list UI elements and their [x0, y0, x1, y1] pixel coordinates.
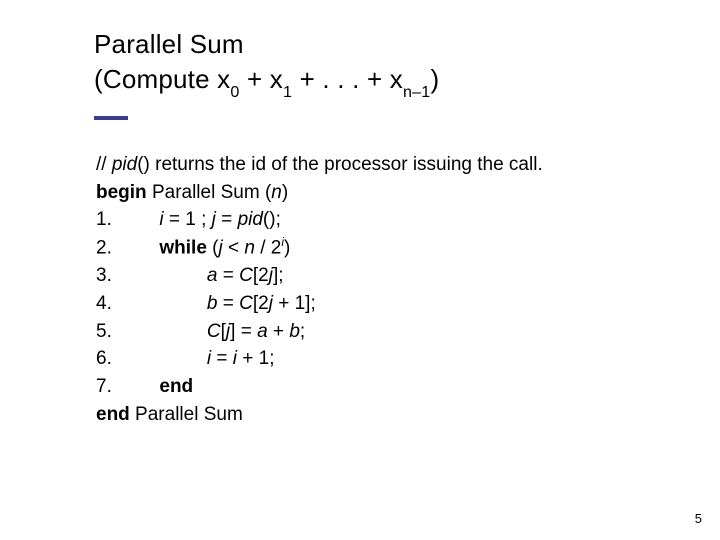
code-text: ): [284, 238, 290, 259]
title-text: + . . . + x: [292, 64, 403, 94]
subscript-n: n–1: [403, 83, 430, 101]
slide-title: Parallel Sum (Compute x0 + x1 + . . . + …: [94, 27, 439, 101]
line-number: 4.: [96, 293, 112, 314]
code-text: =: [216, 209, 238, 230]
title-text: + x: [240, 64, 283, 94]
code-text: ;: [300, 321, 305, 342]
keyword-end: end: [159, 376, 193, 397]
code-text: = 1 ;: [164, 209, 212, 230]
var-a: a: [207, 265, 218, 286]
subscript-1: 1: [283, 83, 292, 101]
code-text: ();: [263, 209, 281, 230]
code-text: =: [217, 265, 239, 286]
code-text: ] =: [230, 321, 257, 342]
code-text: + 1];: [273, 293, 316, 314]
code-line-3: 3. a = C[2j];: [96, 262, 543, 290]
line-number: 1.: [96, 209, 112, 230]
end-label: Parallel Sum: [130, 404, 243, 425]
title-text: ): [430, 64, 439, 94]
title-line-1: Parallel Sum: [94, 27, 439, 62]
code-text: [2: [253, 293, 269, 314]
line-number: 7.: [96, 376, 112, 397]
var-b: b: [207, 293, 218, 314]
pid-identifier: pid: [112, 154, 137, 175]
var-n: n: [271, 182, 282, 203]
code-text: ];: [273, 265, 284, 286]
keyword-begin: begin: [96, 182, 147, 203]
var-b: b: [289, 321, 300, 342]
keyword-while: while: [159, 238, 207, 259]
slide: Parallel Sum (Compute x0 + x1 + . . . + …: [0, 0, 720, 540]
end-line: end Parallel Sum: [96, 401, 543, 429]
code-line-5: 5. C[j] = a + b;: [96, 318, 543, 346]
line-number: 6.: [96, 348, 112, 369]
var-c: C: [239, 293, 253, 314]
code-text: <: [223, 238, 245, 259]
page-number: 5: [695, 511, 702, 526]
comment-slash: //: [96, 154, 112, 175]
var-n: n: [244, 238, 255, 259]
code-text: =: [217, 293, 239, 314]
subscript-0: 0: [230, 83, 239, 101]
code-line-1: 1. i = 1 ; j = pid();: [96, 206, 543, 234]
code-line-7: 7. end: [96, 373, 543, 401]
code-line-2: 2. while (j < n / 2i): [96, 234, 543, 262]
begin-label: Parallel Sum (: [147, 182, 272, 203]
comment-line: // pid() returns the id of the processor…: [96, 151, 543, 179]
pseudocode-block: // pid() returns the id of the processor…: [96, 151, 543, 429]
comment-text: () returns the id of the processor issui…: [137, 154, 543, 175]
accent-bar: [94, 116, 128, 120]
title-text: (Compute x: [94, 64, 230, 94]
paren-close: ): [282, 182, 288, 203]
pid-call: pid: [238, 209, 263, 230]
code-text: +: [268, 321, 290, 342]
code-text: [2: [253, 265, 269, 286]
code-text: (: [207, 238, 219, 259]
var-c: C: [207, 321, 221, 342]
line-number: 2.: [96, 238, 112, 259]
var-a: a: [257, 321, 268, 342]
code-line-4: 4. b = C[2j + 1];: [96, 290, 543, 318]
code-text: + 1;: [237, 348, 275, 369]
begin-line: begin Parallel Sum (n): [96, 179, 543, 207]
var-c: C: [239, 265, 253, 286]
keyword-end: end: [96, 404, 130, 425]
code-line-6: 6. i = i + 1;: [96, 345, 543, 373]
code-text: =: [211, 348, 233, 369]
code-text: / 2: [255, 238, 281, 259]
line-number: 3.: [96, 265, 112, 286]
line-number: 5.: [96, 321, 112, 342]
title-line-2: (Compute x0 + x1 + . . . + xn–1): [94, 62, 439, 101]
